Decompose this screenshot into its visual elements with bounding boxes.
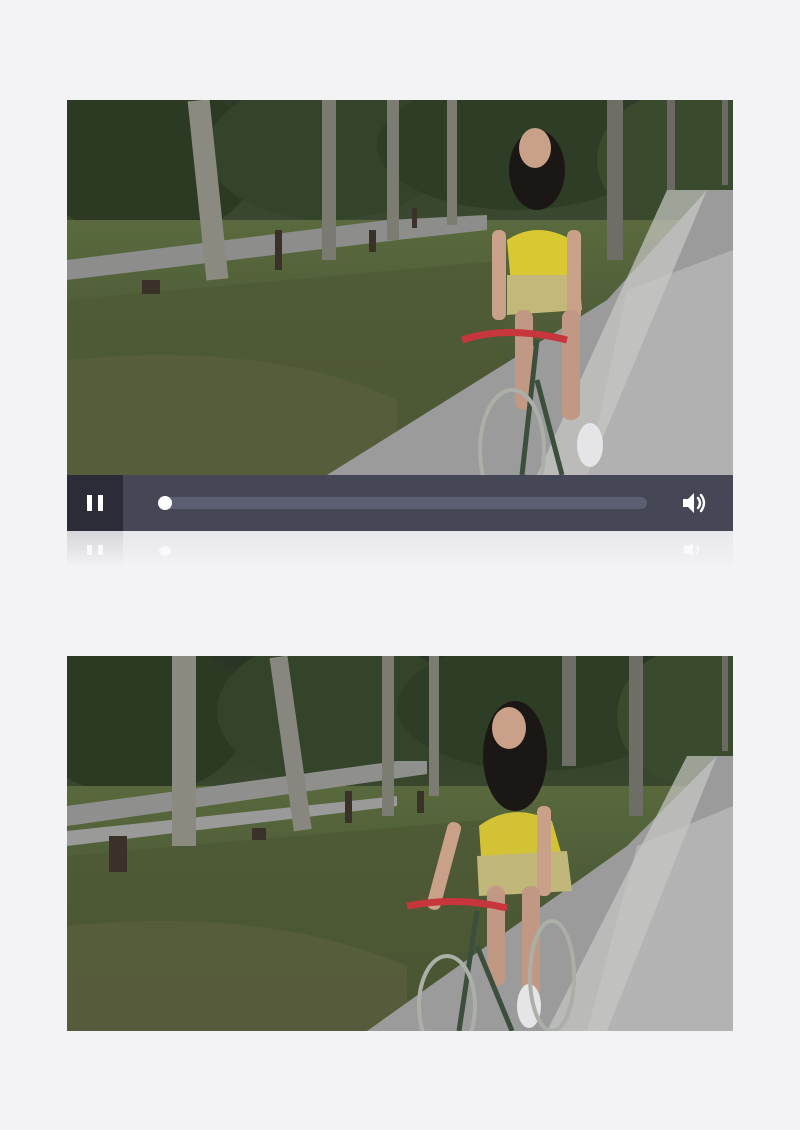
video-frame-top[interactable]	[67, 100, 733, 475]
reflection-knob	[159, 546, 171, 556]
progress-track[interactable]	[158, 496, 647, 510]
video-frame-bottom[interactable]	[67, 656, 733, 1031]
progress-knob[interactable]	[158, 496, 172, 510]
pause-button-label: Pause	[95, 503, 96, 504]
video-still-bottom	[67, 656, 733, 1031]
reflection-pause-icon	[67, 531, 123, 567]
reflection-volume-icon	[683, 543, 700, 557]
video-still-top	[67, 100, 733, 475]
volume-button[interactable]: Volume	[681, 490, 709, 516]
pause-button[interactable]: Pause	[67, 475, 123, 531]
volume-icon	[683, 493, 706, 513]
video-control-bar: Pause Volume	[67, 475, 733, 531]
control-bar-reflection	[67, 531, 733, 567]
